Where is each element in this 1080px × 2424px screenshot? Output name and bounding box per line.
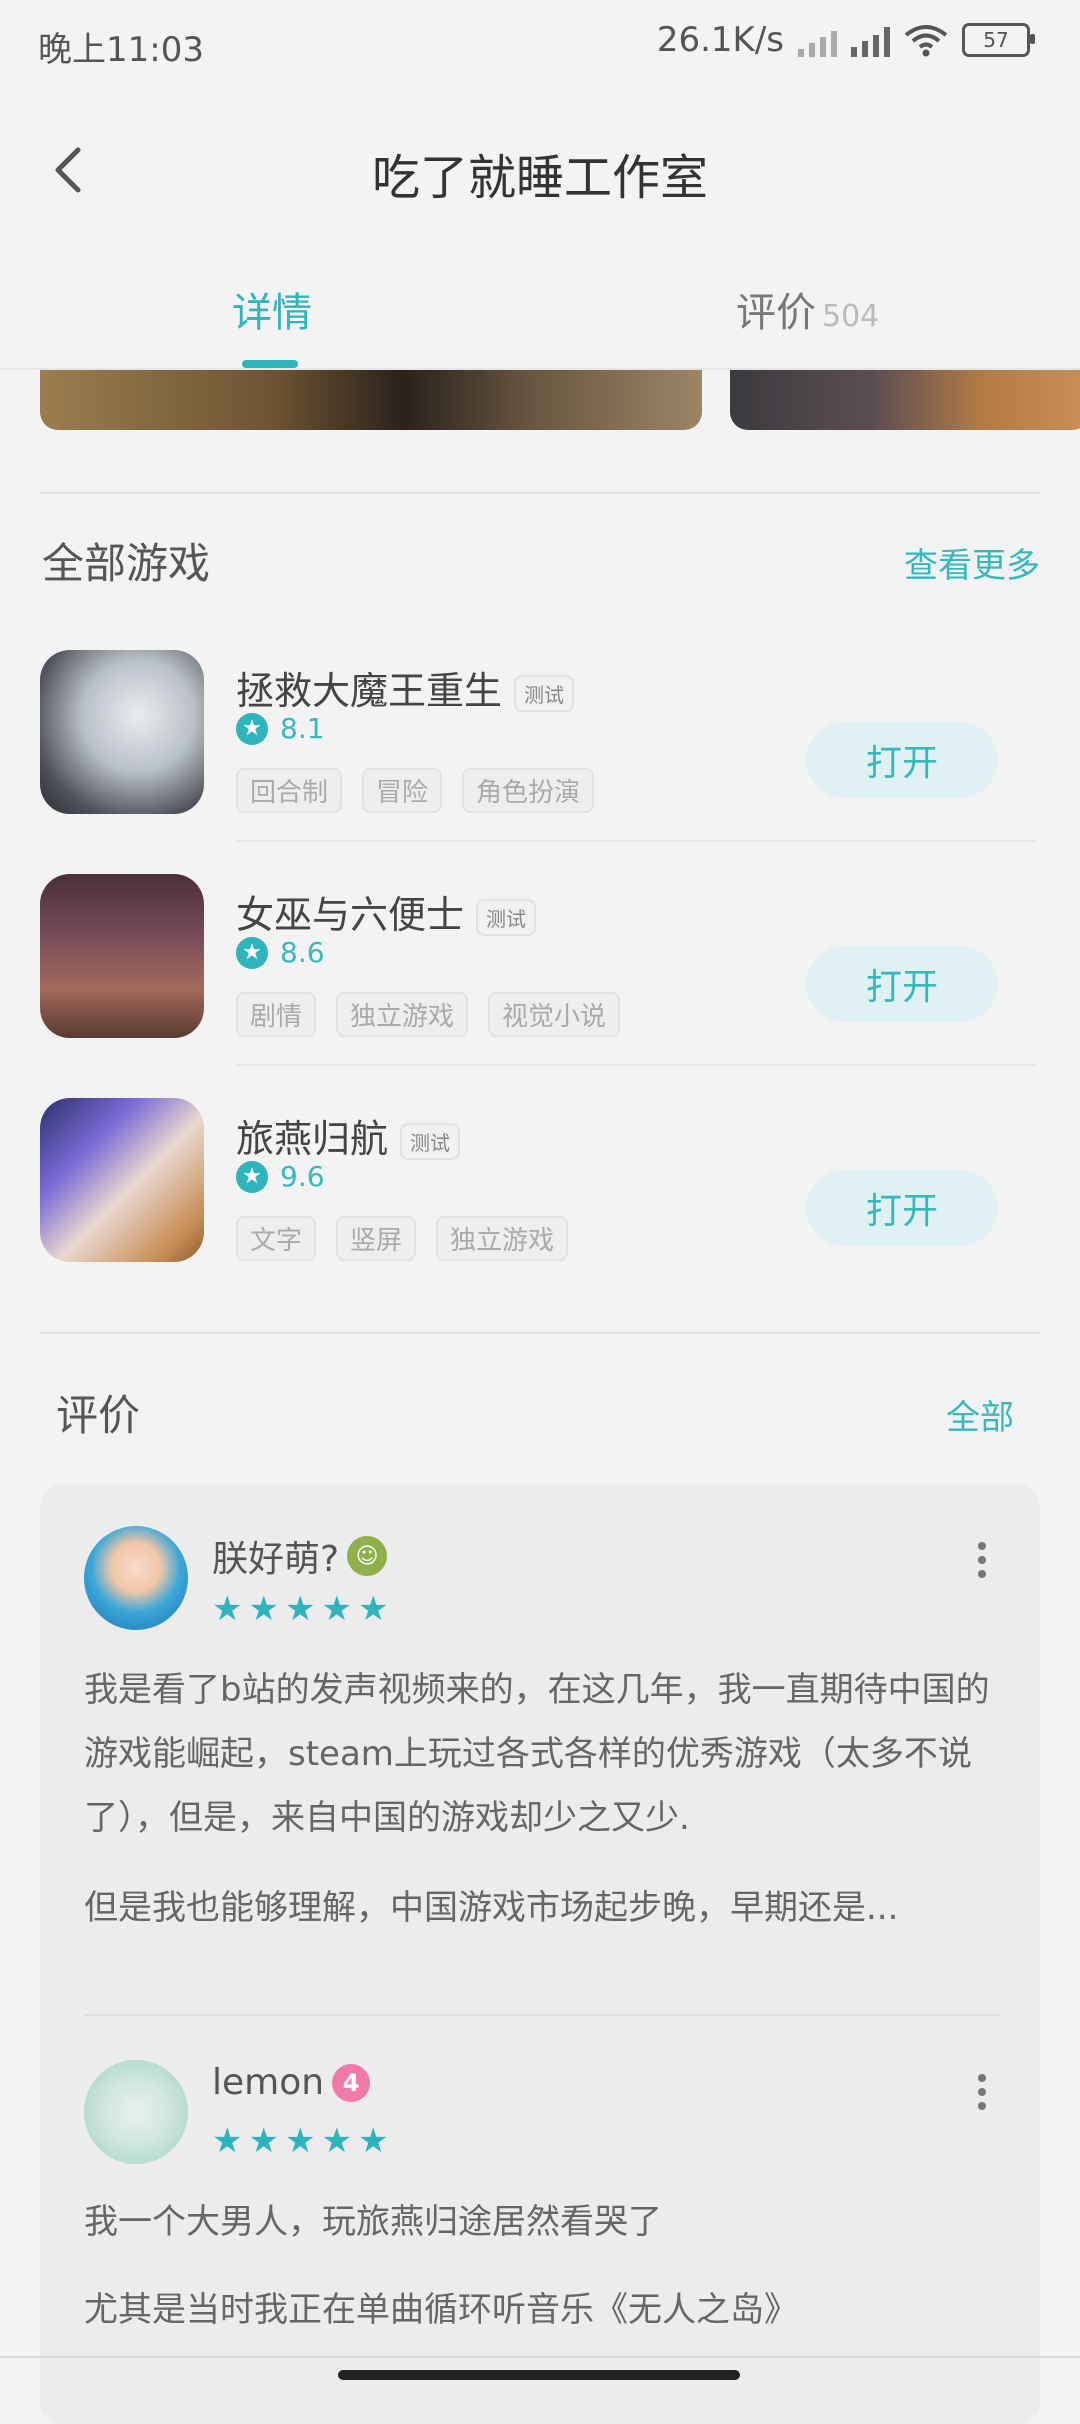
bottom-divider xyxy=(0,2356,1080,2358)
game-tag[interactable]: 剧情 xyxy=(236,992,317,1037)
rating-value: 9.6 xyxy=(280,1160,325,1193)
star-icon: ★ xyxy=(321,2121,352,2161)
star-icon: ★ xyxy=(236,936,268,969)
game-name: 拯救大魔王重生 xyxy=(236,669,503,713)
star-icon: ★ xyxy=(236,1160,268,1193)
game-tags: 回合制 冒险 角色扮演 xyxy=(236,768,595,813)
star-icon: ★ xyxy=(357,2121,389,2161)
game-tag[interactable]: 回合制 xyxy=(236,768,343,813)
game-tag[interactable]: 角色扮演 xyxy=(462,768,595,813)
user-level-badge: 4 xyxy=(332,2063,371,2102)
battery-icon: 57 xyxy=(962,23,1035,57)
game-name: 旅燕归航 xyxy=(236,1117,389,1161)
more-options-icon[interactable] xyxy=(972,1542,992,1578)
avatar[interactable] xyxy=(84,2060,188,2164)
star-icon: ★ xyxy=(284,2121,316,2161)
network-speed: 26.1K/s xyxy=(656,20,784,60)
game-name: 女巫与六便士 xyxy=(236,893,465,937)
signal-icon xyxy=(851,23,890,57)
review-stars: ★ ★ ★ ★ ★ xyxy=(212,2124,388,2158)
rating-value: 8.1 xyxy=(280,712,325,745)
review-user[interactable]: lemon 4 xyxy=(212,2062,371,2103)
game-item[interactable]: 女巫与六便士 测试 ★ 8.6 剧情 独立游戏 视觉小说 打开 xyxy=(40,874,1040,1066)
game-item[interactable]: 拯救大魔王重生 测试 ★ 8.1 回合制 冒险 角色扮演 打开 xyxy=(40,650,1040,842)
star-icon: ★ xyxy=(248,2121,279,2161)
games-section-title: 全部游戏 xyxy=(42,539,211,588)
game-tag[interactable]: 视觉小说 xyxy=(488,992,621,1037)
tab-reviews-count: 504 xyxy=(822,299,880,334)
open-game-button[interactable]: 打开 xyxy=(806,722,998,798)
status-time: 晚上11:03 xyxy=(38,30,204,70)
game-name-row: 旅燕归航 测试 xyxy=(236,1108,461,1163)
star-icon: ★ xyxy=(357,1589,389,1629)
game-tag[interactable]: 独立游戏 xyxy=(336,992,469,1037)
game-icon xyxy=(40,1098,204,1262)
star-icon: ★ xyxy=(212,1589,243,1629)
game-item[interactable]: 旅燕归航 测试 ★ 9.6 文字 竖屏 独立游戏 打开 xyxy=(40,1098,1040,1268)
star-icon: ★ xyxy=(321,1589,352,1629)
star-icon: ★ xyxy=(284,1589,316,1629)
star-icon: ★ xyxy=(248,1589,279,1629)
username: lemon xyxy=(212,2062,325,2103)
tab-details-label: 详情 xyxy=(232,290,312,336)
game-icon xyxy=(40,650,204,814)
test-badge: 测试 xyxy=(514,675,575,712)
game-rating: ★ 8.1 xyxy=(236,712,325,745)
test-badge: 测试 xyxy=(476,899,537,936)
review-text[interactable]: 我一个大男人，玩旅燕归途居然看哭了 xyxy=(84,2190,1004,2254)
review-text[interactable]: 我是看了b站的发声视频来的，在这几年，我一直期待中国的游戏能崛起，steam上玩… xyxy=(84,1658,1004,1850)
game-name-row: 拯救大魔王重生 测试 xyxy=(236,660,575,715)
review-text[interactable]: 尤其是当时我正在单曲循环听音乐《无人之岛》 xyxy=(84,2278,1004,2342)
open-game-button[interactable]: 打开 xyxy=(806,1170,998,1246)
game-tags: 文字 竖屏 独立游戏 xyxy=(236,1216,569,1261)
review-divider xyxy=(84,2014,1000,2016)
game-rating: ★ 8.6 xyxy=(236,936,325,969)
game-tags: 剧情 独立游戏 视觉小说 xyxy=(236,992,621,1037)
review-stars: ★ ★ ★ ★ ★ xyxy=(212,1592,388,1626)
more-options-icon[interactable] xyxy=(972,2074,992,2110)
tab-reviews[interactable]: 评价 504 xyxy=(736,280,879,338)
reviews-section-title: 评价 xyxy=(56,1391,141,1440)
game-icon xyxy=(40,874,204,1038)
tab-details[interactable]: 详情 xyxy=(232,280,312,338)
game-tag[interactable]: 独立游戏 xyxy=(436,1216,569,1261)
review-text[interactable]: 但是我也能够理解，中国游戏市场起步晚，早期还是... xyxy=(84,1876,1004,1940)
tab-reviews-label: 评价 xyxy=(736,290,816,336)
banner-image-2[interactable] xyxy=(730,370,1080,430)
test-badge: 测试 xyxy=(400,1123,461,1160)
signal-icon-secondary xyxy=(798,23,837,57)
wifi-icon xyxy=(904,25,948,57)
view-more-link[interactable]: 查看更多 xyxy=(904,538,1040,587)
rating-value: 8.6 xyxy=(280,936,325,969)
battery-level: 57 xyxy=(983,28,1009,52)
section-divider xyxy=(40,492,1040,494)
review-user[interactable]: 朕好萌? ☺ xyxy=(212,1530,388,1582)
page-title: 吃了就睡工作室 xyxy=(371,150,708,206)
star-icon: ★ xyxy=(236,712,268,745)
game-name-row: 女巫与六便士 测试 xyxy=(236,884,537,939)
user-badge-icon: ☺ xyxy=(347,1536,388,1576)
game-tag[interactable]: 竖屏 xyxy=(336,1216,417,1261)
section-divider xyxy=(40,1332,1040,1334)
username: 朕好萌? xyxy=(212,1539,340,1580)
status-icons: 26.1K/s 57 xyxy=(656,20,1035,60)
open-game-button[interactable]: 打开 xyxy=(806,946,998,1022)
home-indicator[interactable] xyxy=(338,2370,740,2380)
game-rating: ★ 9.6 xyxy=(236,1160,325,1193)
row-divider xyxy=(236,840,1036,842)
game-tag[interactable]: 冒险 xyxy=(362,768,443,813)
star-icon: ★ xyxy=(212,2121,243,2161)
game-tag[interactable]: 文字 xyxy=(236,1216,317,1261)
banner-image-1[interactable] xyxy=(40,370,702,430)
avatar[interactable] xyxy=(84,1526,188,1630)
tab-active-indicator xyxy=(242,360,298,368)
all-reviews-link[interactable]: 全部 xyxy=(946,1390,1014,1439)
row-divider xyxy=(236,1064,1036,1066)
